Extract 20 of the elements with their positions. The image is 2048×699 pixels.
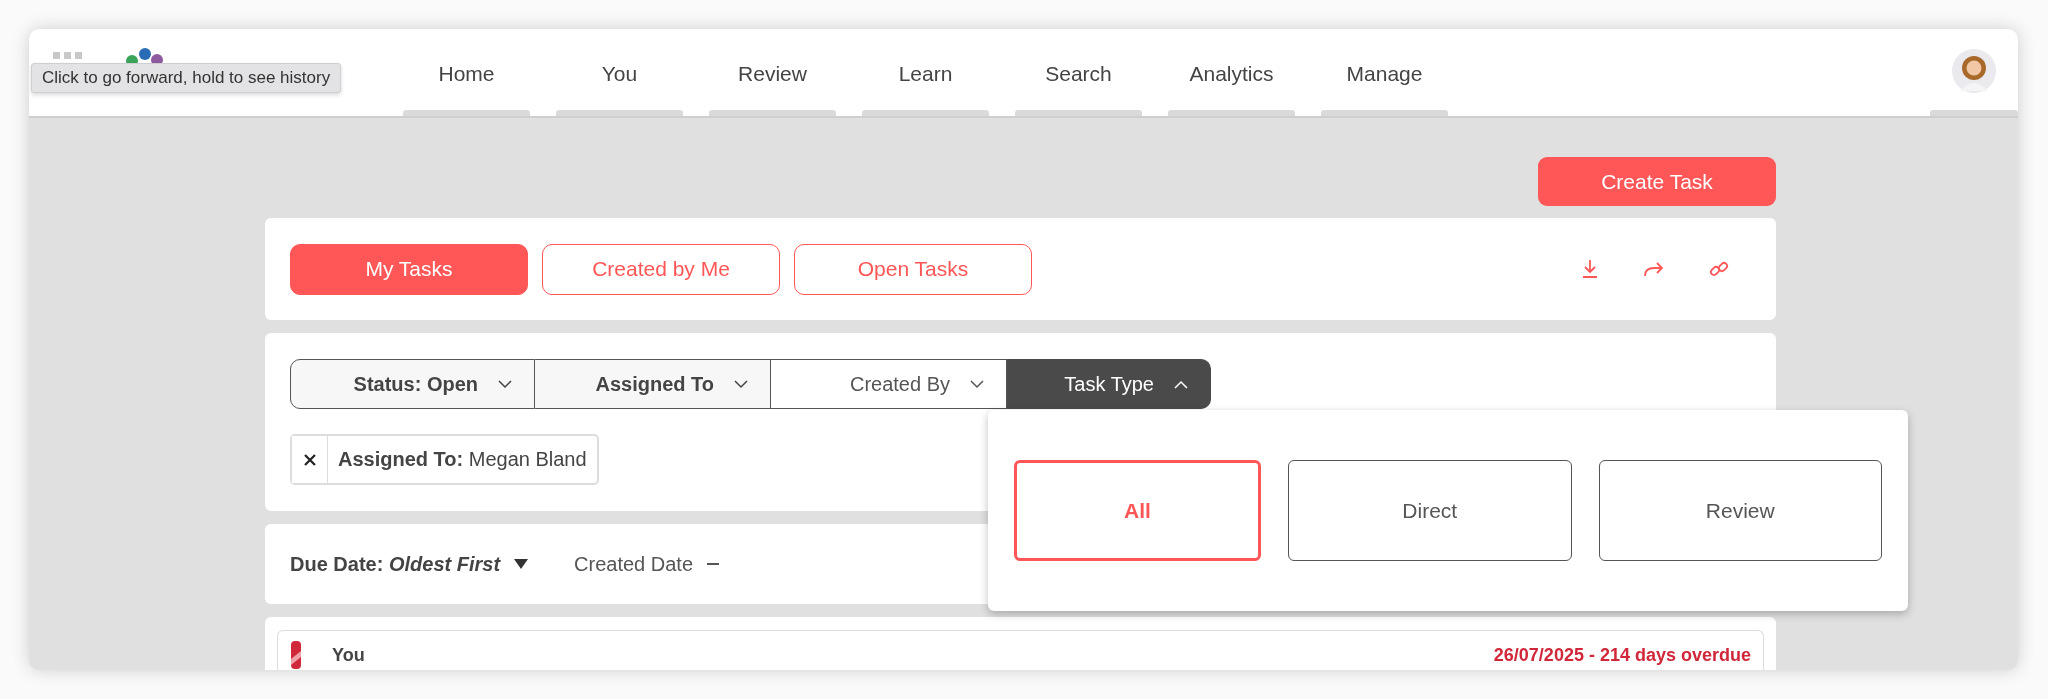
nav-link[interactable]: Review (738, 52, 807, 110)
nav-link[interactable]: Search (1045, 52, 1112, 110)
task-card[interactable]: You 26/07/2025 - 214 days overdue (277, 630, 1764, 670)
task-due-date: 26/07/2025 - 214 days overdue (1493, 645, 1751, 666)
nav-link[interactable]: You (601, 52, 638, 110)
option-button[interactable]: Review (1598, 460, 1882, 561)
nav-link[interactable]: Analytics (1189, 52, 1274, 110)
sort-option[interactable]: Due Date: Oldest First (290, 552, 529, 576)
filter-chip-label: Assigned To: Megan Bland (337, 448, 588, 471)
nav-link[interactable]: Learn (898, 52, 953, 110)
option-button[interactable]: Direct (1288, 460, 1572, 561)
sort-option[interactable]: Created Date (574, 552, 720, 576)
nav-link[interactable]: Home (438, 52, 495, 110)
filter-dropdown[interactable]: Created By (771, 359, 1007, 409)
filter-dropdown[interactable]: Assigned To (535, 359, 771, 409)
filter-dropdown[interactable]: Status: Open (290, 359, 535, 409)
nav-link[interactable]: Manage (1346, 52, 1423, 110)
tooltip: Click to go forward, hold to see history (31, 63, 342, 93)
filter-dropdown[interactable]: Task Type (1007, 359, 1211, 409)
task-assignee: You (332, 645, 365, 666)
